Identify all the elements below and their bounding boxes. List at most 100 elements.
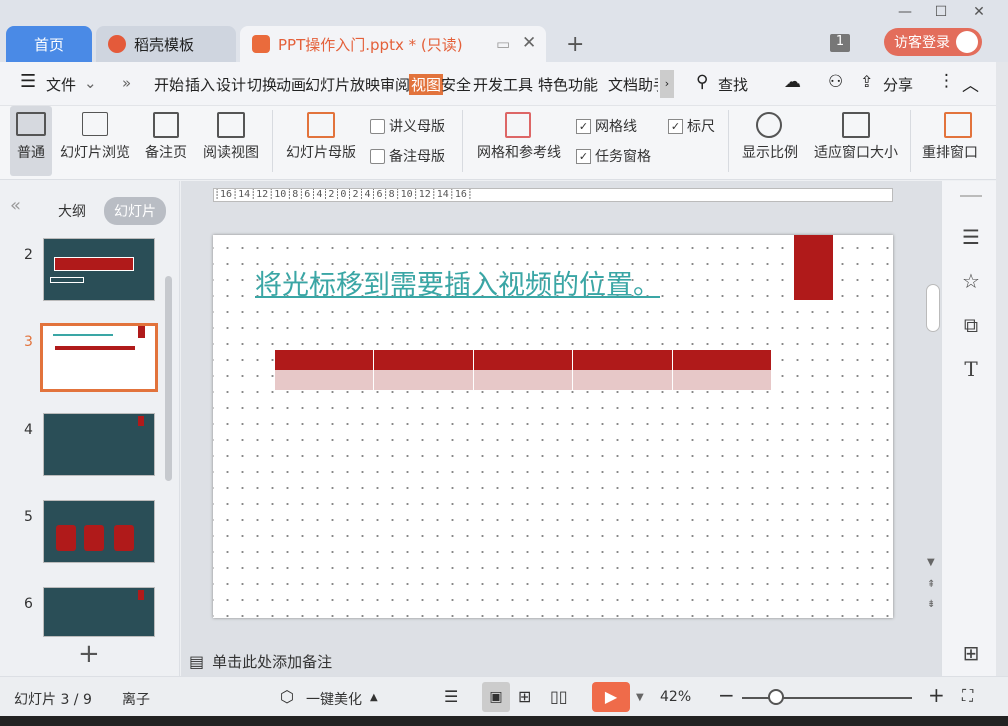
ruler-checkbox[interactable]: ✓ 标尺 xyxy=(668,116,715,136)
reading-view-button[interactable]: 阅读视图 xyxy=(198,106,264,176)
slide-browse-button[interactable]: 幻灯片浏览 xyxy=(56,106,134,176)
more-icon[interactable]: ⋮ xyxy=(938,71,955,91)
table-cell[interactable] xyxy=(275,370,375,390)
zoom-level[interactable]: 42% xyxy=(660,689,691,705)
caret-up-icon[interactable]: ▲ xyxy=(370,692,378,703)
search-icon[interactable]: ⚲ xyxy=(696,72,708,92)
menu-review[interactable]: 审阅 xyxy=(380,74,410,95)
play-slideshow-button[interactable]: ▶ xyxy=(592,682,630,712)
fit-window-button[interactable]: 适应窗口大小 xyxy=(808,106,904,176)
slide-thumbnail-2[interactable] xyxy=(43,238,155,301)
table-cell[interactable] xyxy=(473,350,574,370)
menu-doc-assistant[interactable]: 文档助手 xyxy=(608,74,658,95)
search-button[interactable]: 查找 xyxy=(718,74,748,95)
minimize-button[interactable]: — xyxy=(890,4,920,24)
scroll-down-icon[interactable]: ▼ xyxy=(927,557,935,568)
reading-view-status-icon[interactable]: ▯▯ xyxy=(550,687,568,706)
new-tab-button[interactable]: + xyxy=(566,32,584,57)
transform-icon[interactable]: ⧉ xyxy=(960,313,982,337)
collaborate-icon[interactable]: ⚇ xyxy=(828,72,843,92)
menu-start[interactable]: 开始 xyxy=(154,74,184,95)
monitor-icon[interactable]: ▭ xyxy=(496,35,510,53)
chevron-down-icon[interactable]: ⌄ xyxy=(84,74,97,92)
tab-outline[interactable]: 大纲 xyxy=(48,197,96,225)
close-tab-icon[interactable]: ✕ xyxy=(522,33,536,53)
table-cell[interactable] xyxy=(374,350,474,370)
thumbnail-scrollbar[interactable] xyxy=(165,276,172,481)
normal-view-status-icon[interactable]: ▣ xyxy=(482,682,510,712)
gridlines-checkbox[interactable]: ✓ 网格线 xyxy=(576,116,637,136)
notes-master-button[interactable]: 备注母版 xyxy=(370,146,445,166)
tab-home[interactable]: 首页 xyxy=(6,26,92,62)
table-cell[interactable] xyxy=(275,350,375,370)
tab-ppt-document[interactable]: PPT操作入门.pptx * (只读) ▭ ✕ xyxy=(240,26,546,62)
menu-slideshow[interactable]: 幻灯片放映 xyxy=(305,74,380,95)
tab-slides[interactable]: 幻灯片 xyxy=(104,197,166,225)
star-shape-icon[interactable]: ☆ xyxy=(960,269,982,293)
slide-sorter-status-icon[interactable]: ⊞ xyxy=(518,687,531,706)
notes-page-button[interactable]: 备注页 xyxy=(140,106,192,176)
zoom-in-icon[interactable]: + xyxy=(928,683,945,707)
double-chevron-icon[interactable]: » xyxy=(122,74,131,92)
rearrange-window-button[interactable]: 重排窗口 xyxy=(918,106,988,176)
menu-transition[interactable]: 切换 xyxy=(247,74,277,95)
zoom-ratio-button[interactable]: 显示比例 xyxy=(736,106,804,176)
slide-thumbnail-4[interactable] xyxy=(43,413,155,476)
theme-name[interactable]: 离子 xyxy=(122,689,150,709)
table-cell[interactable] xyxy=(672,370,773,390)
text-icon[interactable]: T xyxy=(960,357,982,381)
slide-title[interactable]: 将光标移到需要插入视频的位置。 xyxy=(255,263,660,302)
menu-features[interactable]: 特色功能 xyxy=(538,74,598,95)
share-icon[interactable]: ⇪ xyxy=(860,72,873,91)
menu-design[interactable]: 设计 xyxy=(216,74,246,95)
table-cell[interactable] xyxy=(573,350,673,370)
collapse-ribbon-icon[interactable]: ︿ xyxy=(962,71,979,96)
settings-sliders-icon[interactable]: ☰ xyxy=(960,225,982,249)
zoom-out-icon[interactable]: − xyxy=(718,683,735,707)
table-cell[interactable] xyxy=(573,370,673,390)
menu-insert[interactable]: 插入 xyxy=(185,74,215,95)
editor-vertical-scrollbar[interactable] xyxy=(926,284,940,332)
table-cell[interactable] xyxy=(473,370,574,390)
task-pane-checkbox[interactable]: ✓ 任务窗格 xyxy=(576,146,651,166)
table-cell[interactable] xyxy=(374,370,474,390)
tab-docer-templates[interactable]: 稻壳模板 xyxy=(96,26,236,62)
table-cell[interactable] xyxy=(672,350,773,370)
grid-guides-button[interactable]: 网格和参考线 xyxy=(470,106,568,176)
slide-table[interactable] xyxy=(275,350,773,390)
notes-area[interactable]: ▤ 单击此处添加备注 xyxy=(181,646,941,676)
cloud-icon[interactable]: ☁ xyxy=(784,72,801,92)
menu-developer[interactable]: 开发工具 xyxy=(473,74,533,95)
menu-scroll-right-icon[interactable]: › xyxy=(660,70,674,98)
cube-icon[interactable]: ⬡ xyxy=(280,687,294,706)
slide-thumbnail-3[interactable] xyxy=(40,323,158,392)
drag-handle-icon[interactable] xyxy=(960,195,982,199)
add-slide-button[interactable]: + xyxy=(78,639,100,669)
window-count-badge[interactable]: 1 xyxy=(830,34,850,52)
fit-screen-icon[interactable]: ⛶ xyxy=(962,686,973,706)
next-slide-icon[interactable]: ⇟ xyxy=(927,599,935,610)
align-menu-icon[interactable]: ☰ xyxy=(444,687,458,706)
close-window-button[interactable]: ✕ xyxy=(964,4,994,24)
slide-master-button[interactable]: 幻灯片母版 xyxy=(280,106,362,176)
grid-apps-icon[interactable]: ⊞ xyxy=(960,641,982,665)
handout-master-button[interactable]: 讲义母版 xyxy=(370,116,445,136)
beautify-button[interactable]: 一键美化 xyxy=(306,689,362,709)
slide-thumbnail-5[interactable] xyxy=(43,500,155,563)
share-button[interactable]: 分享 xyxy=(883,74,913,95)
zoom-slider-knob[interactable] xyxy=(768,689,784,705)
normal-view-button[interactable]: 普通 xyxy=(10,106,52,176)
file-menu[interactable]: 文件 xyxy=(46,74,76,95)
red-decoration-box[interactable] xyxy=(794,235,833,300)
menu-security[interactable]: 安全 xyxy=(441,74,471,95)
menu-animation[interactable]: 动画 xyxy=(276,74,306,95)
visitor-login-button[interactable]: 访客登录 xyxy=(884,28,982,56)
hamburger-icon[interactable]: ☰ xyxy=(20,71,36,92)
slide-thumbnail-6[interactable] xyxy=(43,587,155,637)
prev-slide-icon[interactable]: ⇞ xyxy=(927,579,935,590)
play-options-caret-icon[interactable]: ▼ xyxy=(636,692,644,703)
maximize-button[interactable]: ☐ xyxy=(926,4,956,24)
collapse-panel-icon[interactable]: « xyxy=(10,195,21,216)
slide-canvas[interactable]: 将光标移到需要插入视频的位置。 xyxy=(213,235,893,618)
menu-view[interactable]: 视图 xyxy=(409,74,444,95)
